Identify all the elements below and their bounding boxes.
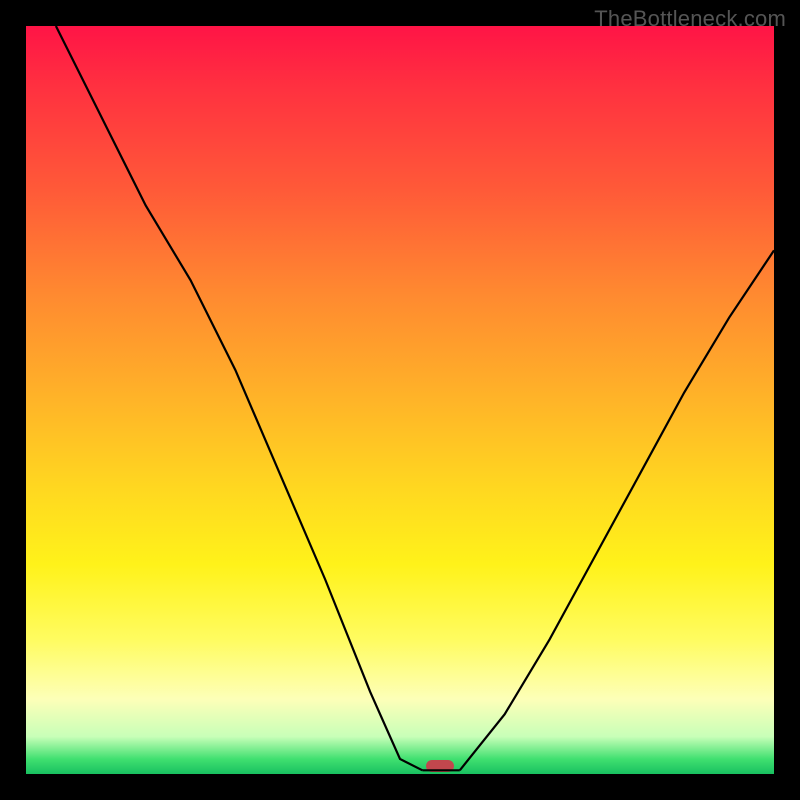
watermark-text: TheBottleneck.com: [594, 6, 786, 32]
chart-gradient-background: [26, 26, 774, 774]
bottleneck-marker: [426, 760, 454, 772]
